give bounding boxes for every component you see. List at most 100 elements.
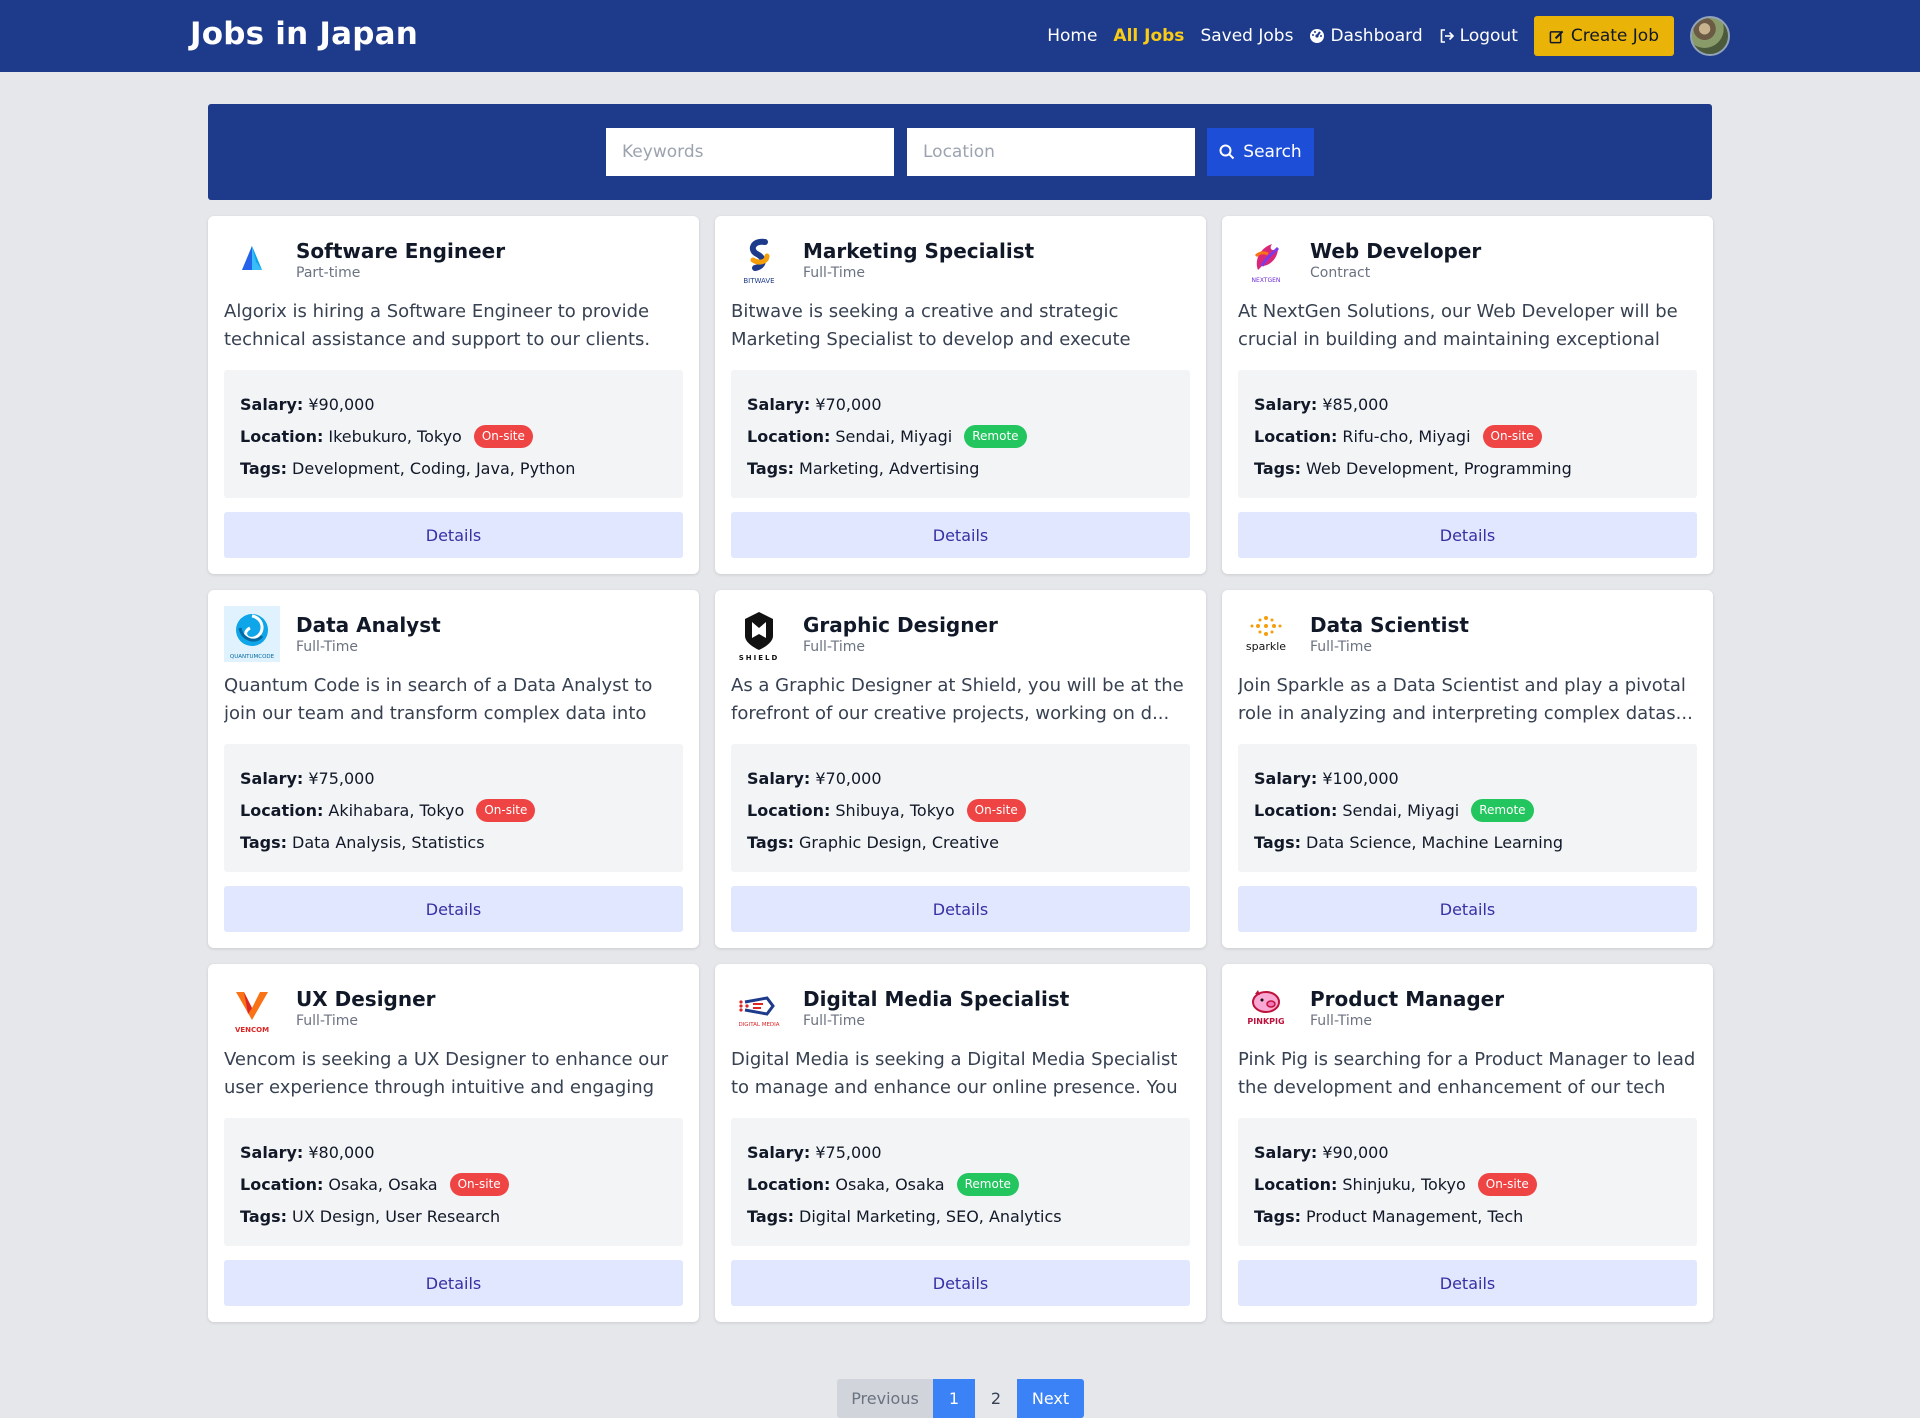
details-button[interactable]: Details: [224, 1260, 683, 1306]
location-value: Rifu-cho, Miyagi: [1342, 426, 1471, 446]
salary-label: Salary:: [1254, 394, 1318, 414]
work-mode-badge: Remote: [956, 1172, 1019, 1196]
location-row: Location: Rifu-cho, Miyagi On-site: [1254, 420, 1681, 452]
svg-text:PINKPIG: PINKPIG: [1247, 1017, 1284, 1026]
tags-label: Tags:: [240, 832, 288, 852]
nav-saved-jobs-link[interactable]: Saved Jobs: [1200, 26, 1293, 46]
salary-value: ¥70,000: [815, 394, 882, 414]
location-row: Location: Akihabara, Tokyo On-site: [240, 794, 667, 826]
job-info-box: Salary: ¥85,000 Location: Rifu-cho, Miyagi O…: [1238, 370, 1697, 498]
page-1-button[interactable]: 1: [933, 1379, 975, 1418]
details-button[interactable]: Details: [1238, 512, 1697, 558]
search-panel: Search: [208, 104, 1712, 200]
job-title: Marketing Specialist: [803, 239, 1035, 263]
job-card: NEXTGEN Web Developer Contract At NextGen S…: [1222, 216, 1713, 574]
details-button[interactable]: Details: [1238, 886, 1697, 932]
previous-page-button[interactable]: Previous: [837, 1379, 933, 1418]
svg-text:QUANTUMCODE: QUANTUMCODE: [230, 654, 275, 660]
salary-value: ¥85,000: [1322, 394, 1389, 414]
edit-icon: [1549, 30, 1564, 43]
job-card-header: sparkle Data Scientist Full-Time: [1238, 606, 1697, 664]
job-type: Part-time: [296, 265, 361, 281]
location-input[interactable]: [907, 128, 1195, 176]
location-row: Location: Sendai, Miyagi Remote: [1254, 794, 1681, 826]
salary-row: Salary: ¥75,000: [240, 762, 667, 794]
nav-links: Home All Jobs Saved Jobs Dashboard Logou…: [1031, 0, 1730, 72]
job-info-box: Salary: ¥80,000 Location: Osaka, Osaka On-si…: [224, 1118, 683, 1246]
location-label: Location:: [747, 800, 831, 820]
salary-row: Salary: ¥70,000: [747, 762, 1174, 794]
search-button-label: Search: [1243, 142, 1302, 162]
salary-row: Salary: ¥90,000: [1254, 1136, 1681, 1168]
nextgen-logo: NEXTGEN: [1238, 232, 1294, 288]
nav-home-link[interactable]: Home: [1047, 26, 1097, 46]
svg-text:NEXTGEN: NEXTGEN: [1252, 277, 1281, 284]
tags-label: Tags:: [747, 458, 795, 478]
nav-logout-link[interactable]: Logout: [1439, 26, 1518, 46]
job-heading: Data Scientist Full-Time: [1310, 606, 1469, 656]
job-card: QUANTUMCODE Data Analyst Full-Time Quantum …: [208, 590, 699, 948]
job-info-box: Salary: ¥90,000 Location: Shinjuku, Tokyo On…: [1238, 1118, 1697, 1246]
location-row: Location: Shinjuku, Tokyo On-site: [1254, 1168, 1681, 1200]
job-heading: Product Manager Full-Time: [1310, 980, 1504, 1030]
tags-value: UX Design, User Research: [292, 1206, 501, 1226]
search-button[interactable]: Search: [1207, 128, 1314, 176]
dashboard-gauge-icon: [1310, 29, 1325, 43]
bitwave-logo: BITWAVE: [731, 232, 787, 288]
job-card-header: SHIELD Graphic Designer Full-Time: [731, 606, 1190, 664]
job-type: Full-Time: [296, 639, 358, 655]
salary-row: Salary: ¥75,000: [747, 1136, 1174, 1168]
location-value: Akihabara, Tokyo: [328, 800, 465, 820]
details-button[interactable]: Details: [224, 512, 683, 558]
create-job-button[interactable]: Create Job: [1533, 16, 1674, 56]
job-title: Web Developer: [1310, 239, 1482, 263]
location-row: Location: Ikebukuro, Tokyo On-site: [240, 420, 667, 452]
nav-dashboard-link[interactable]: Dashboard: [1309, 26, 1423, 46]
salary-value: ¥75,000: [308, 768, 375, 788]
details-button[interactable]: Details: [731, 512, 1190, 558]
pinkpig-logo: PINKPIG: [1238, 980, 1294, 1036]
next-page-button[interactable]: Next: [1017, 1379, 1084, 1418]
tags-label: Tags:: [747, 832, 795, 852]
work-mode-badge: Remote: [1471, 798, 1534, 822]
salary-row: Salary: ¥90,000: [240, 388, 667, 420]
job-card: Software Engineer Part-time Algorix is hir…: [208, 216, 699, 574]
keywords-input[interactable]: [606, 128, 894, 176]
work-mode-badge: Remote: [964, 424, 1027, 448]
job-heading: Software Engineer Part-time: [296, 232, 505, 282]
user-avatar[interactable]: [1690, 16, 1730, 56]
algorix-logo: [224, 232, 280, 288]
job-description: Digital Media is seeking a Digital Media…: [731, 1049, 1178, 1098]
tags-label: Tags:: [240, 1206, 288, 1226]
details-button[interactable]: Details: [731, 886, 1190, 932]
work-mode-badge: On-site: [1477, 1172, 1537, 1196]
job-type: Full-Time: [803, 1013, 865, 1029]
logout-icon: [1440, 29, 1454, 43]
tags-row: Tags: Data Analysis, Statistics: [240, 826, 667, 858]
location-row: Location: Shibuya, Tokyo On-site: [747, 794, 1174, 826]
job-title: Graphic Designer: [803, 613, 998, 637]
brand-title[interactable]: Jobs in Japan: [190, 16, 418, 52]
details-button[interactable]: Details: [731, 1260, 1190, 1306]
location-label: Location:: [1254, 426, 1338, 446]
search-icon: [1219, 144, 1235, 160]
digitalmedia-logo: DIGITAL MEDIA: [731, 980, 787, 1036]
tags-label: Tags:: [747, 1206, 795, 1226]
location-value: Osaka, Osaka: [835, 1174, 945, 1194]
location-value: Ikebukuro, Tokyo: [328, 426, 462, 446]
details-button[interactable]: Details: [1238, 1260, 1697, 1306]
nav-all-jobs-link[interactable]: All Jobs: [1113, 26, 1184, 46]
nav-saved-jobs-label: Saved Jobs: [1200, 26, 1294, 46]
job-card: BITWAVE Marketing Specialist Full-Time Bitw…: [715, 216, 1206, 574]
svg-text:DIGITAL MEDIA: DIGITAL MEDIA: [738, 1022, 779, 1028]
job-description: At NextGen Solutions, our Web Developer …: [1238, 301, 1678, 350]
location-row: Location: Sendai, Miyagi Remote: [747, 420, 1174, 452]
svg-text:VENCOM: VENCOM: [235, 1026, 269, 1034]
navbar: Jobs in Japan Home All Jobs Saved Jobs D…: [0, 0, 1920, 72]
page-2-button[interactable]: 2: [975, 1379, 1017, 1418]
job-card-header: PINKPIG Product Manager Full-Time: [1238, 980, 1697, 1038]
nav-dashboard-label: Dashboard: [1330, 26, 1423, 46]
details-button[interactable]: Details: [224, 886, 683, 932]
job-info-box: Salary: ¥75,000 Location: Akihabara, Tokyo O…: [224, 744, 683, 872]
shield-logo: SHIELD: [731, 606, 787, 662]
